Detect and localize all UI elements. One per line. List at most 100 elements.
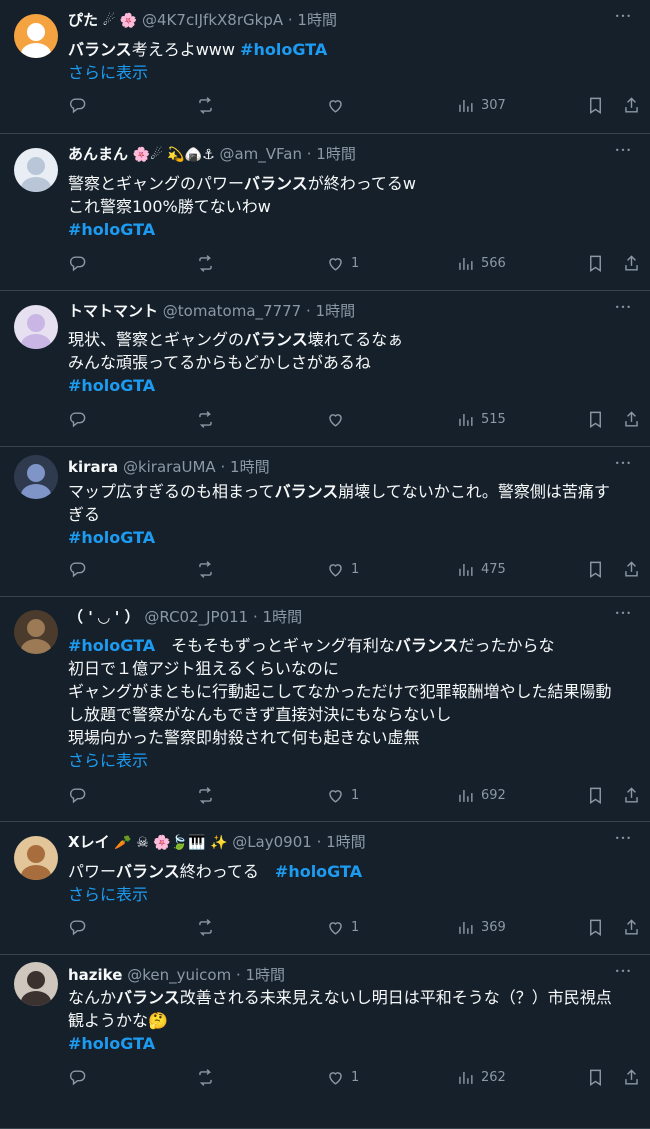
retweet-button[interactable] <box>196 560 215 579</box>
user-handle[interactable]: @kiraraUMA <box>123 458 216 476</box>
reply-button[interactable] <box>68 1068 87 1087</box>
bookmark-button[interactable] <box>586 918 605 937</box>
retweet-button[interactable] <box>196 254 215 273</box>
share-button[interactable] <box>622 254 641 273</box>
more-options-icon[interactable]: ••• <box>615 607 632 621</box>
display-name[interactable]: トマトマント <box>68 302 158 320</box>
tweet[interactable]: kirara @kiraraUMA · 1時間 ••• マップ広すぎるのも相まって… <box>0 447 650 597</box>
views-button[interactable]: 692 <box>456 786 506 805</box>
timestamp[interactable]: · 1時間 <box>288 11 337 29</box>
avatar[interactable] <box>14 962 58 1006</box>
share-button[interactable] <box>622 560 641 579</box>
avatar[interactable] <box>14 610 58 654</box>
like-button[interactable]: 1 <box>326 254 359 273</box>
avatar[interactable] <box>14 836 58 880</box>
retweet-button[interactable] <box>196 918 215 937</box>
display-name[interactable]: hazike <box>68 966 122 984</box>
timestamp[interactable]: · 1時間 <box>220 458 269 476</box>
show-more-link[interactable]: さらに表示 <box>68 883 636 906</box>
timestamp[interactable]: · 1時間 <box>306 302 355 320</box>
tweet[interactable]: ぴた ☄ 🌸 @4K7cIJfkX8rGkpA · 1時間 ••• バランス考えろ… <box>0 0 650 134</box>
avatar[interactable] <box>14 148 58 192</box>
views-button[interactable]: 262 <box>456 1068 506 1087</box>
like-button[interactable] <box>326 96 345 115</box>
user-handle[interactable]: @Lay0901 <box>232 833 312 851</box>
tweet[interactable]: トマトマント @tomatoma_7777 · 1時間 ••• 現状、警察とギャン… <box>0 291 650 447</box>
reply-button[interactable] <box>68 918 87 937</box>
retweet-button[interactable] <box>196 786 215 805</box>
views-button[interactable]: 566 <box>456 254 506 273</box>
bookmark-button[interactable] <box>586 96 605 115</box>
user-handle[interactable]: @tomatoma_7777 <box>163 302 301 320</box>
timestamp[interactable]: · 1時間 <box>317 833 366 851</box>
share-button[interactable] <box>622 918 641 937</box>
display-name[interactable]: Xレイ <box>68 833 110 851</box>
hashtag-link[interactable]: #holoGTA <box>275 862 362 881</box>
like-button[interactable] <box>326 410 345 429</box>
share-button[interactable] <box>622 786 641 805</box>
hashtag-link[interactable]: #holoGTA <box>68 528 155 547</box>
tweet[interactable]: あんまん 🌸☄ 💫🍙⚓ @am_VFan · 1時間 ••• 警察とギャングのパワ… <box>0 134 650 291</box>
like-button[interactable]: 1 <box>326 560 359 579</box>
avatar[interactable] <box>14 305 58 349</box>
user-handle[interactable]: @RC02_JP011 <box>144 608 248 626</box>
show-more-link[interactable]: さらに表示 <box>68 61 636 84</box>
views-button[interactable]: 475 <box>456 560 506 579</box>
views-button[interactable]: 369 <box>456 918 506 937</box>
like-button[interactable]: 1 <box>326 786 359 805</box>
like-count: 1 <box>351 256 360 271</box>
bookmark-button[interactable] <box>586 410 605 429</box>
retweet-button[interactable] <box>196 410 215 429</box>
hashtag-link[interactable]: #holoGTA <box>68 636 155 655</box>
share-button[interactable] <box>622 96 641 115</box>
tweet[interactable]: （ ' ◡ ' ） @RC02_JP011 · 1時間 ••• #holoGTA … <box>0 597 650 822</box>
display-name[interactable]: （ ' ◡ ' ） <box>68 608 140 626</box>
display-name[interactable]: ぴた <box>68 11 98 29</box>
hashtag-link[interactable]: #holoGTA <box>68 220 155 239</box>
display-name[interactable]: kirara <box>68 458 118 476</box>
user-handle[interactable]: @4K7cIJfkX8rGkpA <box>142 11 283 29</box>
more-options-icon[interactable]: ••• <box>615 832 632 846</box>
tweet-actions: 1 369 <box>68 918 638 942</box>
tweet[interactable]: hazike @ken_yuicom · 1時間 ••• なんかバランス改善される… <box>0 955 650 1129</box>
user-handle[interactable]: @ken_yuicom <box>127 966 231 984</box>
display-name[interactable]: あんまん <box>68 145 128 163</box>
reply-button[interactable] <box>68 410 87 429</box>
hashtag-link[interactable]: #holoGTA <box>68 1034 155 1053</box>
user-handle[interactable]: @am_VFan <box>219 145 302 163</box>
more-options-icon[interactable]: ••• <box>615 301 632 315</box>
reply-button[interactable] <box>68 786 87 805</box>
timestamp[interactable]: · 1時間 <box>253 608 302 626</box>
timestamp[interactable]: · 1時間 <box>236 966 285 984</box>
share-button[interactable] <box>622 1068 641 1087</box>
view-count: 262 <box>481 1070 506 1085</box>
reply-button[interactable] <box>68 96 87 115</box>
highlighted-keyword: バランス <box>244 174 308 193</box>
more-options-icon[interactable]: ••• <box>615 965 632 979</box>
more-options-icon[interactable]: ••• <box>615 457 632 471</box>
retweet-button[interactable] <box>196 1068 215 1087</box>
timestamp[interactable]: · 1時間 <box>307 145 356 163</box>
like-button[interactable]: 1 <box>326 1068 359 1087</box>
bookmark-button[interactable] <box>586 560 605 579</box>
avatar[interactable] <box>14 14 58 58</box>
hashtag-link[interactable]: #holoGTA <box>68 376 155 395</box>
more-options-icon[interactable]: ••• <box>615 10 632 24</box>
bookmark-button[interactable] <box>586 786 605 805</box>
tweet[interactable]: Xレイ 🥕 ☠ 🌸🍃🎹 ✨ @Lay0901 · 1時間 ••• パワーバランス終… <box>0 822 650 955</box>
like-button[interactable]: 1 <box>326 918 359 937</box>
share-button[interactable] <box>622 410 641 429</box>
bookmark-button[interactable] <box>586 1068 605 1087</box>
reply-button[interactable] <box>68 254 87 273</box>
retweet-button[interactable] <box>196 96 215 115</box>
show-more-link[interactable]: さらに表示 <box>68 749 636 772</box>
reply-button[interactable] <box>68 560 87 579</box>
avatar[interactable] <box>14 455 58 499</box>
views-button[interactable]: 515 <box>456 410 506 429</box>
views-button[interactable]: 307 <box>456 96 506 115</box>
bookmark-button[interactable] <box>586 254 605 273</box>
text-segment: そもそもずっとギャング有利な <box>155 636 395 655</box>
tweet-text: なんかバランス改善される未来見えないし明日は平和そうな（？）市民視点 観ようかな🤔… <box>68 986 636 1055</box>
more-options-icon[interactable]: ••• <box>615 144 632 158</box>
hashtag-link[interactable]: #holoGTA <box>240 40 327 59</box>
